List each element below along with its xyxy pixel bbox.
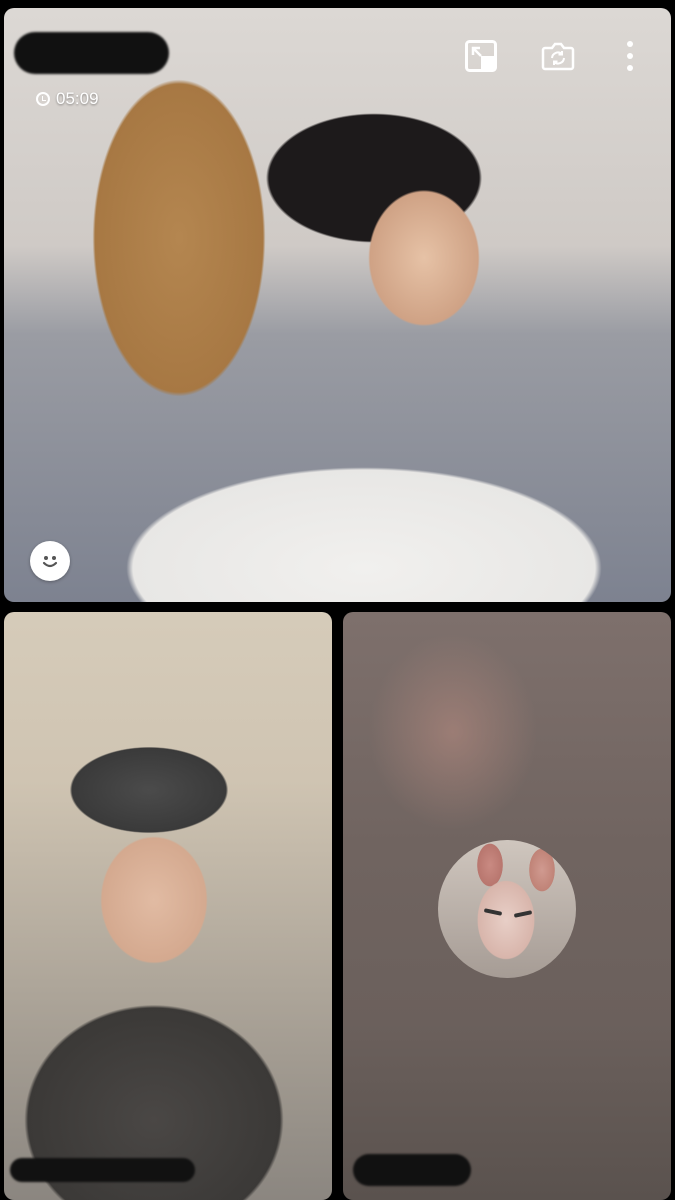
participant-name-redacted	[353, 1154, 471, 1186]
cat-eye-right	[513, 910, 533, 918]
reaction-button[interactable]	[30, 541, 70, 581]
more-options-button[interactable]	[612, 38, 648, 74]
cat-avatar	[438, 840, 576, 978]
participant-name-redacted	[14, 32, 169, 74]
participant-name-redacted	[10, 1158, 195, 1182]
cat-eye-left	[483, 908, 503, 916]
more-vertical-icon	[627, 41, 633, 71]
participant-video-tile-left[interactable]	[4, 612, 332, 1200]
call-timer: 05:09	[36, 89, 99, 109]
minimize-window-button[interactable]	[463, 38, 499, 74]
switch-camera-button[interactable]	[540, 38, 576, 74]
call-timer-text: 05:09	[56, 89, 99, 108]
switch-camera-icon	[541, 42, 575, 71]
main-video-tile[interactable]	[4, 8, 671, 602]
smiley-icon	[42, 556, 58, 568]
clock-icon	[36, 92, 50, 106]
minimize-window-icon	[465, 40, 497, 72]
